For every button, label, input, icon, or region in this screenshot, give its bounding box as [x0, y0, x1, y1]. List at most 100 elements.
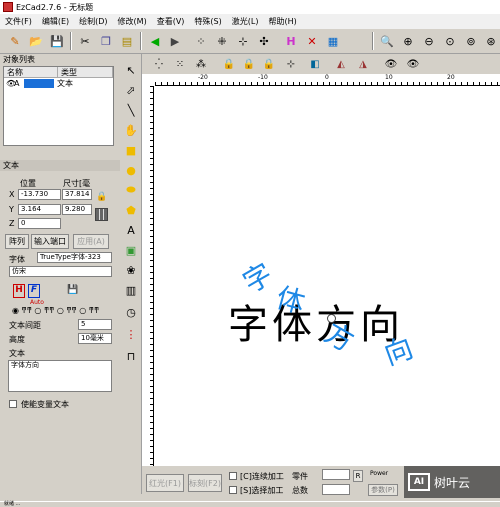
- reset-button[interactable]: R: [353, 470, 363, 482]
- paste-icon[interactable]: ▤: [118, 32, 136, 50]
- power-label: Power: [370, 470, 389, 477]
- barcode-icon[interactable]: ▥: [123, 282, 139, 298]
- align-left-radio[interactable]: ◉ ͳͳ ○ ͳͳ ○ ͳͳ ○ ͳͳ: [12, 306, 99, 315]
- zoom-in-icon[interactable]: ⊕: [399, 32, 417, 50]
- position-label: 位置: [20, 179, 36, 188]
- parts-field[interactable]: [322, 469, 350, 480]
- red-light-button[interactable]: 红光(F1): [146, 474, 184, 492]
- font-name-select[interactable]: 仿宋: [9, 266, 112, 277]
- total-field[interactable]: [322, 484, 350, 495]
- object-list[interactable]: 名称 类型 👁 A 文本: [3, 66, 114, 146]
- list-item[interactable]: 👁 A 文本: [4, 78, 113, 89]
- output-port-icon[interactable]: ⊓: [123, 348, 139, 364]
- x-size-field[interactable]: 37.814: [62, 189, 92, 200]
- vector-file-icon[interactable]: ❀: [123, 262, 139, 278]
- menu-special[interactable]: 特殊(S): [189, 16, 226, 27]
- menu-file[interactable]: 文件(F): [0, 16, 37, 27]
- input-port-tab[interactable]: 输入端口: [31, 234, 69, 249]
- font-h-icon[interactable]: H: [13, 284, 25, 298]
- arrange-icon[interactable]: ◧: [306, 55, 324, 73]
- font-label: 字体: [9, 255, 25, 264]
- node-edit-icon[interactable]: ⬀: [123, 82, 139, 98]
- mirror-h-icon[interactable]: ◭: [332, 55, 350, 73]
- text-input[interactable]: 字体方向: [8, 360, 112, 392]
- select-group-icon[interactable]: ⁜: [213, 32, 231, 50]
- line-icon[interactable]: ╲: [123, 102, 139, 118]
- redo-icon[interactable]: ▶: [166, 32, 184, 50]
- select-all-icon[interactable]: ✣: [255, 32, 273, 50]
- variable-text-checkbox[interactable]: [9, 400, 17, 408]
- menu-modify[interactable]: 修改(M): [113, 16, 152, 27]
- marking-control-bar: 红光(F1) 标刻(F2) [C]连续加工 [S]选择加工 零件 总数 R Po…: [142, 466, 500, 501]
- polygon-icon[interactable]: ⬟: [123, 202, 139, 218]
- drawing-canvas[interactable]: [142, 74, 500, 466]
- save-icon[interactable]: 💾: [48, 32, 66, 50]
- font-type-select[interactable]: TrueType字体-323: [37, 252, 112, 263]
- app-logo-icon: [3, 2, 13, 12]
- ellipse-icon[interactable]: ⬬: [123, 182, 139, 198]
- select-invert-icon[interactable]: ⊹: [234, 32, 252, 50]
- spacing-field[interactable]: 5: [78, 319, 112, 330]
- font-f-icon[interactable]: F: [28, 284, 40, 298]
- zoom-page-icon[interactable]: ⊚: [462, 32, 480, 50]
- zoom-out-icon[interactable]: ⊖: [420, 32, 438, 50]
- copy-icon[interactable]: ❐: [97, 32, 115, 50]
- unlock-object-icon[interactable]: 🔒: [240, 55, 258, 73]
- lock-all-icon[interactable]: 🔒: [260, 55, 278, 73]
- apply-button[interactable]: 应用(A): [73, 234, 109, 249]
- align-nodes-icon[interactable]: ⁛: [150, 55, 168, 73]
- size-label: 尺寸[毫: [63, 179, 91, 188]
- hatch-icon[interactable]: H: [282, 32, 300, 50]
- properties-title: 文本: [0, 160, 120, 171]
- menu-laser[interactable]: 激光(L): [227, 16, 264, 27]
- menu-edit[interactable]: 编辑(E): [37, 16, 74, 27]
- z-position-field[interactable]: 0: [18, 218, 61, 229]
- zoom-select-icon[interactable]: ⊛: [482, 32, 500, 50]
- tools-icon[interactable]: ✕: [303, 32, 321, 50]
- object-list-title: 对象列表: [0, 54, 120, 65]
- continuous-checkbox[interactable]: [229, 472, 237, 480]
- y-position-field[interactable]: 3.164: [18, 204, 61, 215]
- lock-object-icon[interactable]: 🔒: [220, 55, 238, 73]
- text-tool-icon[interactable]: A: [123, 222, 139, 238]
- curve-icon[interactable]: ✋: [123, 122, 139, 138]
- group-icon[interactable]: ⁙: [171, 55, 189, 73]
- crosshair-icon[interactable]: ⊹: [282, 55, 300, 73]
- undo-icon[interactable]: ◀: [146, 32, 164, 50]
- rectangle-icon[interactable]: ■: [123, 142, 139, 158]
- mirror-v-icon[interactable]: ◮: [354, 55, 372, 73]
- select-process-checkbox[interactable]: [229, 486, 237, 494]
- input-port-icon[interactable]: ⋮: [123, 326, 139, 342]
- column-name[interactable]: 名称: [4, 67, 59, 77]
- anchor-grid-icon[interactable]: [95, 208, 108, 221]
- circle-icon[interactable]: ●: [123, 162, 139, 178]
- bitmap-icon[interactable]: ▣: [123, 242, 139, 258]
- eye-icon[interactable]: 👁: [6, 79, 16, 88]
- lock-icon[interactable]: 🔒: [96, 192, 107, 202]
- show-icon[interactable]: 👁: [382, 55, 400, 73]
- hide-icon[interactable]: 👁: [404, 55, 422, 73]
- height-label: 高度: [9, 335, 25, 344]
- column-type[interactable]: 类型: [58, 67, 113, 77]
- zoom-fit-icon[interactable]: ⊙: [441, 32, 459, 50]
- x-position-field[interactable]: -13.730: [18, 189, 61, 200]
- timer-icon[interactable]: ◷: [123, 304, 139, 320]
- select-node-icon[interactable]: ⁘: [192, 32, 210, 50]
- cut-icon[interactable]: ✂: [76, 32, 94, 50]
- font-save-icon[interactable]: 💾: [67, 285, 78, 295]
- height-field[interactable]: 10毫米: [78, 333, 112, 344]
- zoom-icon[interactable]: 🔍: [378, 32, 396, 50]
- menu-view[interactable]: 查看(V): [152, 16, 190, 27]
- open-icon[interactable]: 📂: [27, 32, 45, 50]
- pointer-icon[interactable]: ↖: [123, 62, 139, 78]
- calculator-icon[interactable]: ▦: [324, 32, 342, 50]
- array-tab[interactable]: 阵列: [5, 234, 29, 249]
- param-button[interactable]: 参数(P): [368, 484, 398, 496]
- menu-help[interactable]: 帮助(H): [263, 16, 301, 27]
- y-size-field[interactable]: 9.280: [62, 204, 92, 215]
- mark-button[interactable]: 标刻(F2): [188, 474, 222, 492]
- menu-draw[interactable]: 绘制(D): [74, 16, 112, 27]
- new-icon[interactable]: ✎: [6, 32, 24, 50]
- watermark-badge: AI 树叶云: [404, 466, 500, 498]
- ungroup-icon[interactable]: ⁂: [192, 55, 210, 73]
